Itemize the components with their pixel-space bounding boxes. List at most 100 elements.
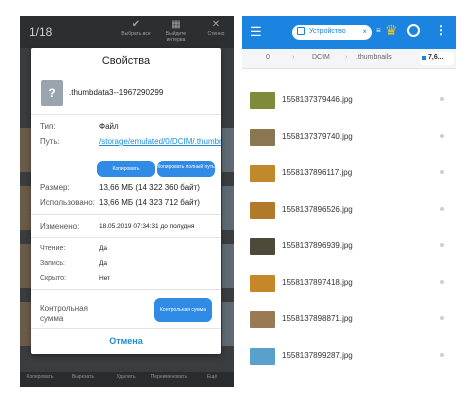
grid-thumbnail[interactable] [222, 186, 234, 230]
dialog-title: Свойства [101, 55, 151, 67]
select-indicator-icon[interactable] [440, 316, 444, 320]
copy-action[interactable]: Копировать [20, 374, 60, 380]
breadcrumb: 0 › DCIM › .thumbnails 7,6... [242, 49, 456, 69]
select-indicator-icon[interactable] [440, 352, 444, 357]
divider [31, 289, 221, 290]
select-all-button[interactable]: ✔ Выбрать все [116, 19, 156, 37]
file-name: 1558137379740.jpg [282, 131, 353, 141]
file-name: 1558137896939.jpg [282, 241, 353, 250]
file-thumbnail [250, 311, 275, 328]
file-thumbnail [250, 128, 275, 146]
check-icon: ✔ [131, 19, 141, 30]
select-indicator-icon[interactable] [440, 243, 444, 247]
divider [31, 237, 221, 238]
modified-label: Изменено: [40, 222, 80, 231]
breadcrumb-item[interactable]: .thumbnails [356, 54, 392, 61]
rename-action[interactable]: Переименовать [149, 374, 189, 380]
select-indicator-icon[interactable] [440, 133, 444, 138]
crown-icon[interactable]: ♛ [385, 22, 398, 39]
device-icon [297, 27, 305, 35]
search-icon[interactable] [407, 24, 420, 37]
breadcrumb-item[interactable]: 0 [266, 54, 270, 61]
file-row[interactable]: 1558137896117.jpg [242, 156, 456, 192]
file-name: .thumbdata3--1967290299 [69, 88, 164, 97]
breadcrumb-item[interactable]: DCIM [312, 54, 330, 61]
location-label: Устройство [309, 28, 346, 35]
divider [31, 328, 221, 329]
delete-action[interactable]: Удалить [106, 374, 146, 380]
breadcrumb-separator: › [292, 54, 295, 61]
file-thumbnail [250, 165, 275, 182]
select-all-label: Выбрать все [121, 31, 151, 37]
right-phone-screen: ☰ Устройство × ≡ ♛ ⋮ 0 › DCIM › .thumbna… [242, 16, 456, 387]
location-chip[interactable]: Устройство × [292, 25, 372, 40]
file-row[interactable]: 1558137896939.jpg [242, 229, 456, 265]
action-bottom-bar: Копировать Вырезать Удалить Переименоват… [20, 372, 234, 387]
windows-list-icon[interactable]: ≡ [376, 26, 381, 35]
checksum-button[interactable]: Контрольная сумма [154, 298, 212, 322]
cut-action[interactable]: Вырезать [63, 374, 103, 380]
file-row[interactable]: 1558137897418.jpg [242, 266, 456, 302]
grid-thumbnail[interactable] [222, 128, 234, 172]
modified-value: 18.05.2019 07:34:31 до полудня [99, 223, 195, 230]
select-indicator-icon[interactable] [440, 170, 444, 174]
file-thumbnail [250, 238, 275, 255]
interval-icon: ▦ [171, 19, 181, 30]
file-thumbnail [250, 347, 275, 365]
read-value: Да [99, 245, 108, 252]
grid-thumbnail[interactable] [222, 244, 234, 288]
more-options-icon[interactable]: ⋮ [435, 24, 447, 36]
write-value: Да [99, 260, 108, 267]
folder-size-badge[interactable]: 7,6... [420, 52, 454, 65]
gallery-top-bar: 1/18 ✔ Выбрать все ▦ Выйдите интерва ✕ С… [20, 16, 234, 48]
select-indicator-icon[interactable] [440, 206, 444, 211]
file-name: 1558137379446.jpg [282, 95, 353, 104]
file-name: 1558137898871.jpg [282, 314, 353, 323]
file-thumbnail [250, 274, 275, 292]
breadcrumb-separator: › [345, 54, 348, 61]
close-tab-icon[interactable]: × [362, 27, 367, 36]
more-action[interactable]: Ещё [192, 374, 232, 380]
cancel-button[interactable]: Отмена [31, 336, 221, 346]
type-value: Файл [99, 122, 119, 131]
menu-icon[interactable]: ☰ [250, 25, 262, 38]
unknown-file-icon [41, 80, 63, 106]
size-value: 13,66 МБ (14 322 360 байт) [99, 183, 200, 192]
select-interval-label: Выйдите интерва [165, 31, 187, 43]
file-name: 1558137896526.jpg [282, 204, 353, 214]
file-row[interactable]: 1558137896526.jpg [242, 193, 456, 229]
file-thumbnail [250, 92, 275, 109]
file-name: 1558137897418.jpg [282, 277, 353, 287]
size-label: Размер: [40, 183, 70, 192]
path-label: Путь: [40, 137, 60, 146]
select-interval-button[interactable]: ▦ Выйдите интерва [156, 19, 196, 43]
copy-full-path-button[interactable]: Копировать полный путь [157, 161, 215, 177]
read-label: Чтение: [40, 245, 66, 252]
divider [31, 214, 221, 215]
hidden-label: Скрыто: [40, 275, 67, 282]
file-row[interactable]: 1558137379740.jpg [242, 120, 456, 156]
divider [31, 114, 221, 115]
copy-path-button[interactable]: Копировать [97, 161, 155, 177]
used-label: Использовано: [40, 198, 95, 207]
file-row[interactable]: 1558137898871.jpg [242, 302, 456, 338]
clear-icon: ✕ [211, 19, 221, 30]
file-manager-top-bar: ☰ Устройство × ≡ ♛ ⋮ [242, 16, 456, 49]
select-indicator-icon[interactable] [440, 97, 444, 101]
properties-dialog: Свойства .thumbdata3--1967290299 Тип: Фа… [31, 48, 221, 354]
clear-selection-button[interactable]: ✕ Стенно [196, 19, 234, 37]
file-name: 1558137899287.jpg [282, 350, 353, 360]
file-thumbnail [250, 201, 275, 219]
type-label: Тип: [40, 122, 56, 131]
path-link[interactable]: /storage/emulated/0/DCIM/.thumbnails/ [99, 137, 221, 147]
file-row[interactable]: 1558137899287.jpg [242, 339, 456, 375]
checksum-label: Контрольная сумма [40, 304, 88, 323]
hidden-value: Нет [99, 275, 111, 282]
select-indicator-icon[interactable] [440, 279, 444, 284]
file-row[interactable]: 1558137379446.jpg [242, 83, 456, 119]
write-label: Запись: [40, 260, 65, 267]
file-name: 1558137896117.jpg [282, 168, 353, 177]
used-value: 13,66 МБ (14 323 712 байт) [99, 198, 200, 207]
item-counter: 1/18 [29, 25, 53, 39]
grid-thumbnail[interactable] [222, 302, 234, 346]
